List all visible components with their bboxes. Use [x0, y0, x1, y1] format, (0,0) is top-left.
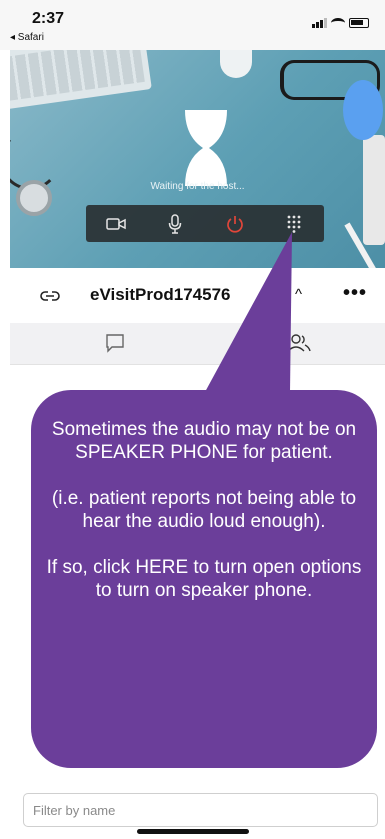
chat-bubble-icon: [106, 334, 124, 353]
tab-bar: [10, 323, 385, 365]
link-icon[interactable]: [40, 290, 60, 302]
meeting-header: eVisitProd174576 ^ •••: [10, 268, 385, 323]
home-indicator: [137, 829, 249, 834]
battery-icon: [349, 18, 369, 28]
people-icon: [287, 334, 311, 352]
callout-paragraph: Sometimes the audio may not be on SPEAKE…: [51, 419, 357, 463]
call-controls: [86, 205, 324, 242]
power-icon: [226, 215, 243, 233]
status-bar: 2:37 ◂ Safari: [0, 0, 385, 50]
wifi-icon: [331, 18, 345, 28]
back-to-safari-link[interactable]: ◂ Safari: [10, 32, 44, 43]
status-time: 2:37: [32, 10, 65, 27]
camera-toggle-button[interactable]: [102, 212, 130, 236]
callout-text: Sometimes the audio may not be on SPEAKE…: [31, 418, 377, 602]
status-icons: [312, 18, 369, 28]
callout-paragraph: (i.e. patient reports not being able to …: [51, 488, 357, 532]
hourglass-icon: [185, 110, 227, 186]
microphone-toggle-button[interactable]: [161, 212, 189, 236]
more-options-button[interactable]: •••: [343, 282, 367, 305]
filter-box: [23, 793, 378, 827]
keypad-button[interactable]: [280, 212, 308, 236]
dialpad-icon: [287, 215, 301, 233]
avatar-blob: [343, 80, 383, 140]
callout-paragraph: If so, click HERE to turn open options t…: [46, 557, 362, 601]
chevron-up-icon[interactable]: ^: [295, 286, 302, 303]
meeting-title[interactable]: eVisitProd174576: [90, 285, 231, 305]
microphone-icon: [169, 213, 182, 234]
tab-participants[interactable]: [287, 333, 311, 358]
video-preview: Waiting for the host...: [10, 50, 385, 268]
background-mouse: [220, 50, 252, 78]
filter-by-name-input[interactable]: [24, 794, 377, 826]
end-call-button[interactable]: [221, 212, 249, 236]
waiting-status: Waiting for the host...: [150, 181, 245, 192]
tab-chat[interactable]: [105, 333, 125, 358]
video-camera-icon: [106, 217, 126, 230]
background-keyboard: [10, 50, 152, 110]
signal-icon: [312, 18, 327, 28]
